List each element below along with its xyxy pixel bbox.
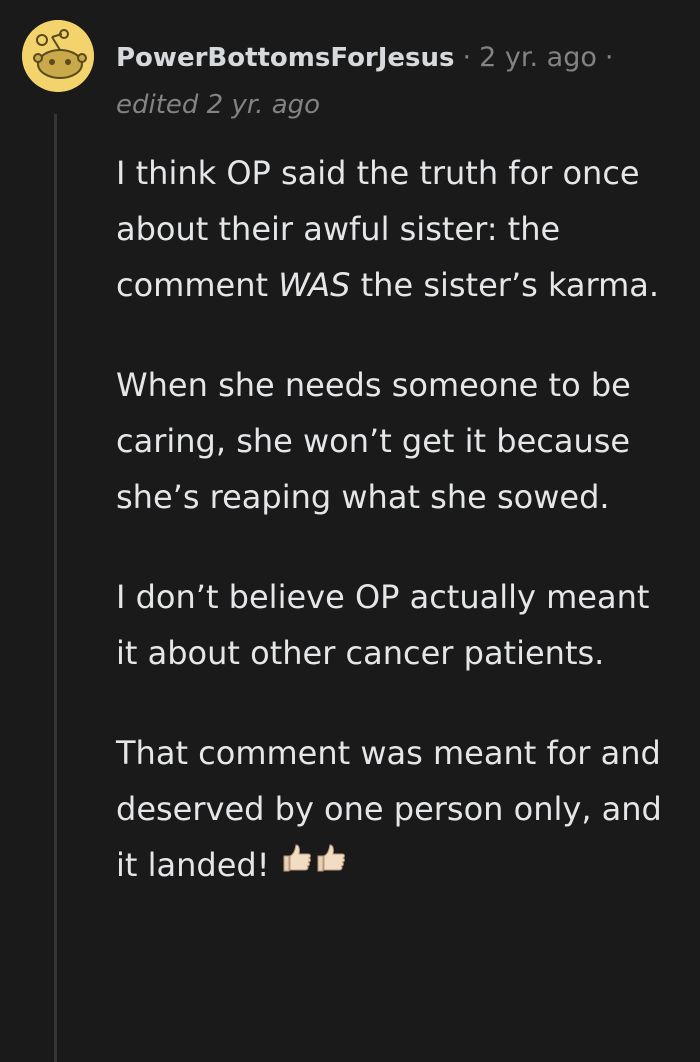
comment: PowerBottomsForJesus · 2 yr. ago · edited 2… <box>0 0 700 1062</box>
snoo-avatar-icon <box>22 20 94 92</box>
comment-meta: PowerBottomsForJesus · 2 yr. ago · <box>116 38 621 78</box>
comment-paragraph: I don’t believe OP actually meant it abo… <box>116 578 650 672</box>
meta-separator: · <box>604 42 614 73</box>
comment-paragraph: I think OP said the truth for once about… <box>116 145 676 313</box>
thumbs-up-icon <box>314 836 348 892</box>
comment-body: I think OP said the truth for once about… <box>116 145 676 896</box>
paragraph-text: the sister’s karma. <box>350 266 660 304</box>
avatar[interactable] <box>22 20 94 92</box>
username-link[interactable]: PowerBottomsForJesus <box>116 43 455 73</box>
meta-separator: · <box>462 42 472 73</box>
thread-line[interactable] <box>54 114 57 1062</box>
thumbs-up-icon <box>280 836 314 892</box>
emoji-group <box>280 834 348 892</box>
timestamp[interactable]: 2 yr. ago <box>479 42 597 73</box>
edited-label: edited 2 yr. ago <box>116 90 321 120</box>
emphasized-text: WAS <box>278 266 351 304</box>
comment-paragraph: When she needs someone to be caring, she… <box>116 366 631 516</box>
paragraph-text: That comment was meant for and deserved … <box>116 734 662 884</box>
comment-paragraph: That comment was meant for and deserved … <box>116 725 676 896</box>
